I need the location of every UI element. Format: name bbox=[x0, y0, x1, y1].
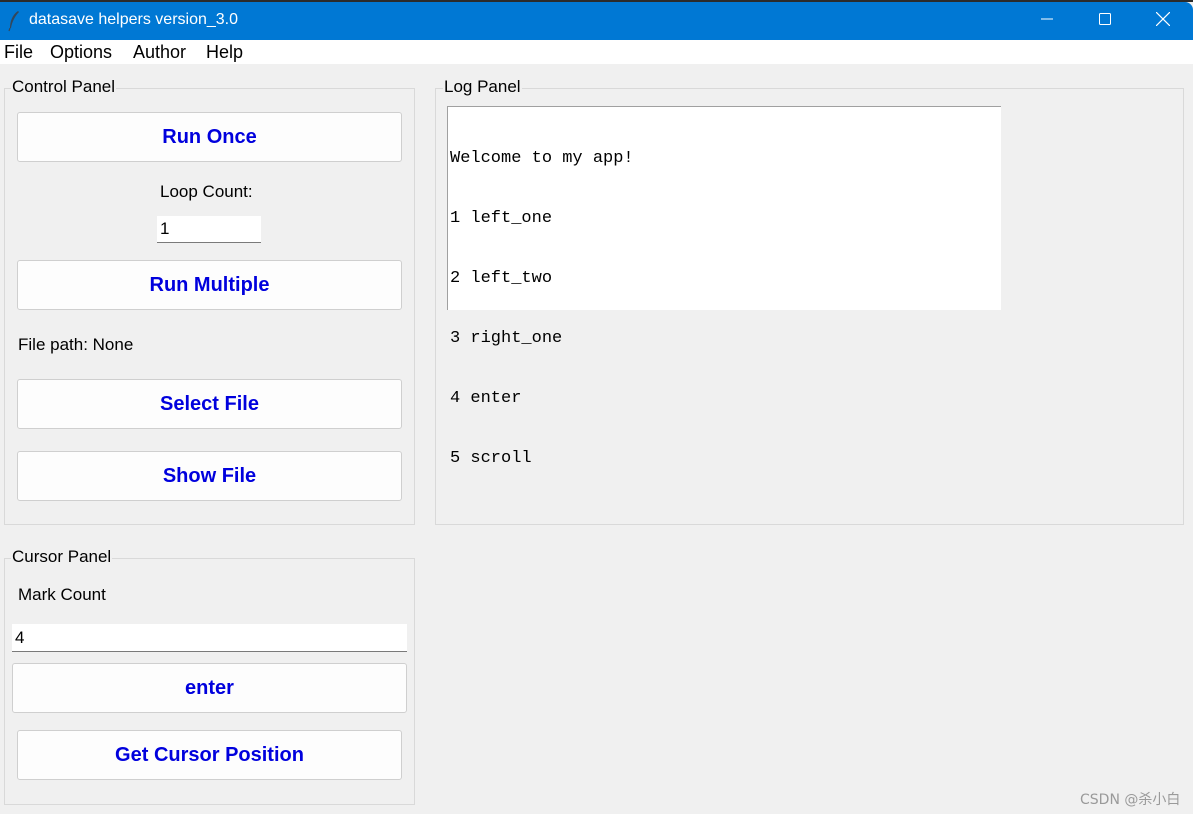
close-icon bbox=[1155, 11, 1171, 31]
menu-help[interactable]: Help bbox=[206, 42, 243, 63]
mark-count-label: Mark Count bbox=[18, 585, 106, 604]
show-file-button[interactable]: Show File bbox=[17, 451, 402, 501]
log-line: Welcome to my app! bbox=[450, 149, 634, 168]
control-panel-title: Control Panel bbox=[11, 77, 117, 97]
close-button[interactable] bbox=[1134, 2, 1192, 40]
log-textarea[interactable]: Welcome to my app! 1 left_one 2 left_two… bbox=[447, 106, 1001, 468]
maximize-button[interactable] bbox=[1076, 2, 1134, 40]
enter-button[interactable]: enter bbox=[12, 663, 407, 713]
run-multiple-button[interactable]: Run Multiple bbox=[17, 260, 402, 310]
log-panel-title: Log Panel bbox=[443, 77, 522, 97]
get-cursor-position-button[interactable]: Get Cursor Position bbox=[17, 730, 402, 780]
log-line: 4 enter bbox=[450, 389, 522, 408]
cursor-panel-title: Cursor Panel bbox=[11, 547, 113, 567]
menu-options[interactable]: Options bbox=[50, 42, 112, 63]
title-bar: datasave helpers version_3.0 bbox=[0, 2, 1193, 40]
select-file-button[interactable]: Select File bbox=[17, 379, 402, 429]
log-line: 5 scroll bbox=[450, 449, 532, 468]
log-line: 3 right_one bbox=[450, 329, 563, 348]
menu-author[interactable]: Author bbox=[133, 42, 186, 63]
loop-count-label: Loop Count: bbox=[160, 182, 253, 201]
minimize-icon bbox=[1041, 12, 1053, 30]
feather-icon bbox=[6, 10, 22, 32]
watermark: CSDN @杀小白 bbox=[1080, 792, 1181, 808]
minimize-button[interactable] bbox=[1018, 2, 1076, 40]
file-path-label: File path: None bbox=[18, 335, 134, 354]
loop-count-input[interactable]: 1 bbox=[157, 216, 261, 243]
mark-count-input[interactable]: 4 bbox=[12, 624, 407, 652]
log-line: 1 left_one bbox=[450, 209, 553, 228]
window-title: datasave helpers version_3.0 bbox=[29, 11, 239, 28]
log-line: 2 left_two bbox=[450, 269, 553, 288]
menu-bar: File Options Author Help bbox=[0, 40, 1193, 64]
run-once-button[interactable]: Run Once bbox=[17, 112, 402, 162]
menu-file[interactable]: File bbox=[4, 42, 33, 63]
maximize-icon bbox=[1099, 12, 1111, 30]
